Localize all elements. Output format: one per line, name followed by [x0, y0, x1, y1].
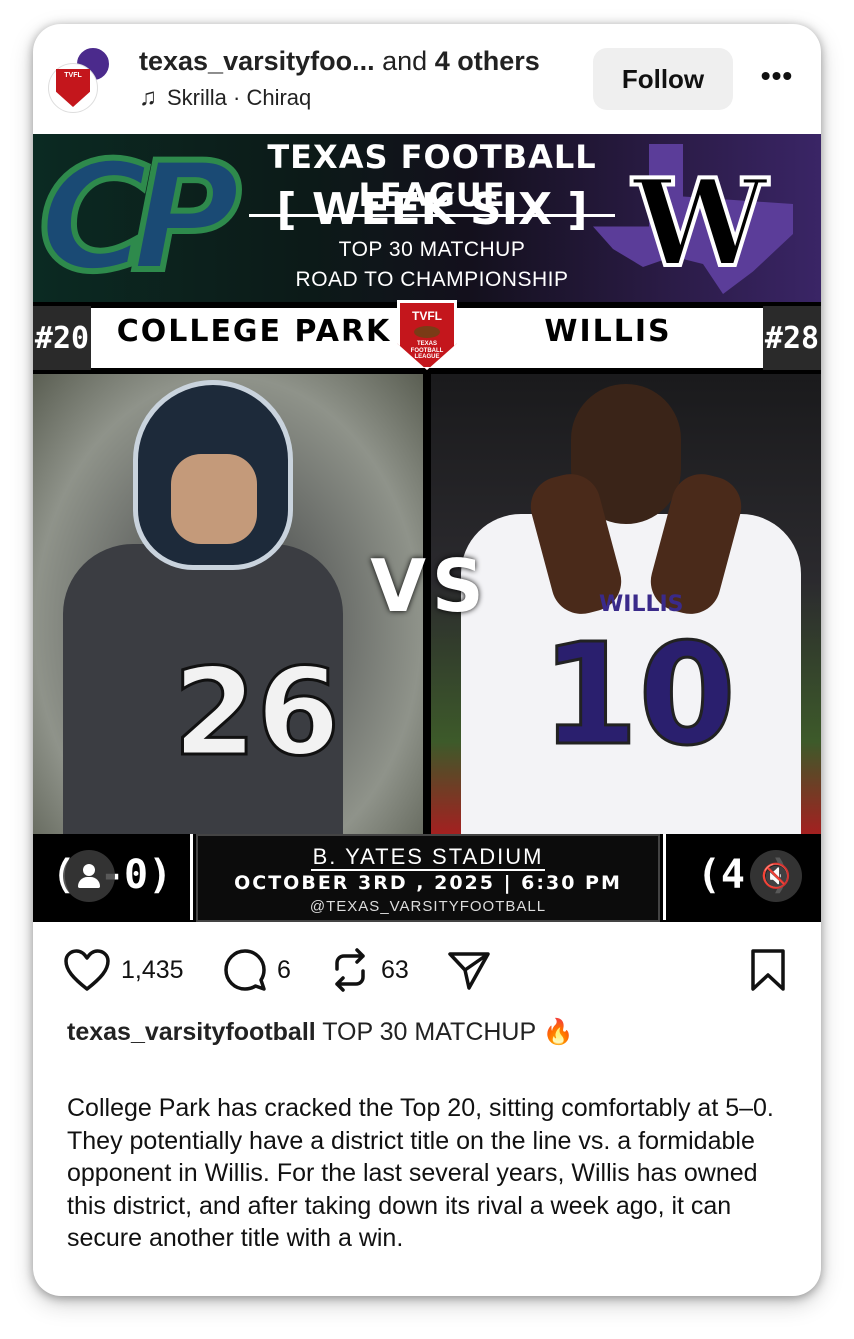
road-subtitle: ROAD TO CHAMPIONSHIP [295, 268, 569, 291]
heart-icon [64, 949, 110, 991]
week-title: [ WEEK SIX ] [276, 184, 588, 235]
jersey-number-left: 26 [172, 643, 342, 785]
share-button[interactable] [447, 944, 491, 996]
stadium-text: B. YATES STADIUM [310, 844, 546, 871]
game-info-panel: B. YATES STADIUM OCTOBER 3RD , 2025 | 6:… [196, 834, 660, 922]
repost-icon [335, 948, 365, 992]
bookmark-icon [751, 949, 785, 991]
action-bar: 1,435 6 63 [33, 944, 821, 1000]
song-label[interactable]: Skrilla · Chiraq [167, 85, 311, 111]
account-line[interactable]: texas_varsityfoo... and 4 others [139, 46, 540, 77]
avatar-text: TVFL [64, 72, 82, 79]
others-count: 4 others [434, 46, 540, 76]
repost-count[interactable]: 63 [381, 956, 409, 985]
mute-button[interactable]: 🔇 [750, 850, 802, 902]
matchup-subtitle: TOP 30 MATCHUP [338, 238, 526, 261]
team-bar: #20 COLLEGE PARK TVFL TEXAS FOOTBALL LEA… [33, 300, 821, 374]
player-left-face [171, 454, 257, 544]
vs-label: VS [370, 544, 490, 628]
football-icon [414, 326, 440, 338]
like-button[interactable]: 1,435 [63, 944, 184, 996]
caption-body: College Park has cracked the Top 20, sit… [67, 1094, 774, 1252]
post-card: TVFL texas_varsityfoo... and 4 others ♫ … [33, 24, 821, 1296]
follow-button[interactable]: Follow [593, 48, 733, 110]
willis-logo: W [631, 153, 770, 294]
post-image[interactable]: CP W TEXAS FOOTBALL LEAGUE [ WEEK SIX ] … [33, 134, 821, 922]
tagged-users-button[interactable] [63, 850, 115, 902]
graphic-handle: @TEXAS_VARSITYFOOTBALL [309, 898, 547, 915]
team-right-name: WILLIS [544, 314, 672, 349]
comment-bubble-icon [224, 949, 266, 991]
paper-plane-icon [448, 952, 490, 990]
team-left-name: COLLEGE PARK [116, 314, 392, 349]
user-icon [76, 863, 102, 889]
comment-button[interactable]: 6 [223, 944, 291, 996]
game-date-time: OCTOBER 3RD , 2025 | 6:30 PM [234, 872, 622, 894]
account-avatar[interactable]: TVFL [49, 64, 97, 112]
music-note-icon: ♫ [139, 84, 157, 111]
account-name[interactable]: texas_varsityfoo... [139, 46, 375, 76]
like-count[interactable]: 1,435 [121, 956, 184, 985]
repost-button[interactable]: 63 [329, 944, 409, 996]
others-prefix: and [382, 46, 428, 76]
post-header: TVFL texas_varsityfoo... and 4 others ♫ … [33, 24, 821, 134]
avatar[interactable]: TVFL [49, 46, 111, 114]
music-line[interactable]: ♫ Skrilla · Chiraq [139, 84, 311, 112]
seed-right: #28 [763, 306, 821, 370]
caption-headline: texas_varsityfootball TOP 30 MATCHUP 🔥 [67, 1018, 574, 1047]
matchup-banner: CP W TEXAS FOOTBALL LEAGUE [ WEEK SIX ] … [33, 134, 821, 302]
more-options-icon[interactable]: ••• [755, 60, 799, 96]
speaker-muted-icon: 🔇 [761, 862, 791, 890]
stadium-name: B. YATES STADIUM [198, 844, 658, 871]
caption-username[interactable]: texas_varsityfootball [67, 1018, 316, 1046]
badge-top-text: TVFL [412, 309, 442, 323]
comment-count[interactable]: 6 [277, 956, 291, 985]
jersey-number-right: 10 [540, 613, 738, 779]
caption-headline-text: TOP 30 MATCHUP 🔥 [322, 1018, 574, 1046]
record-right-panel: (4 ) 🔇 [663, 834, 821, 920]
others-label[interactable]: and 4 others [382, 46, 540, 76]
seed-left: #20 [33, 306, 91, 370]
record-left-panel: ( -0) [33, 834, 193, 920]
save-button[interactable] [749, 944, 787, 996]
tvfl-shield-icon: TVFL [56, 69, 90, 107]
